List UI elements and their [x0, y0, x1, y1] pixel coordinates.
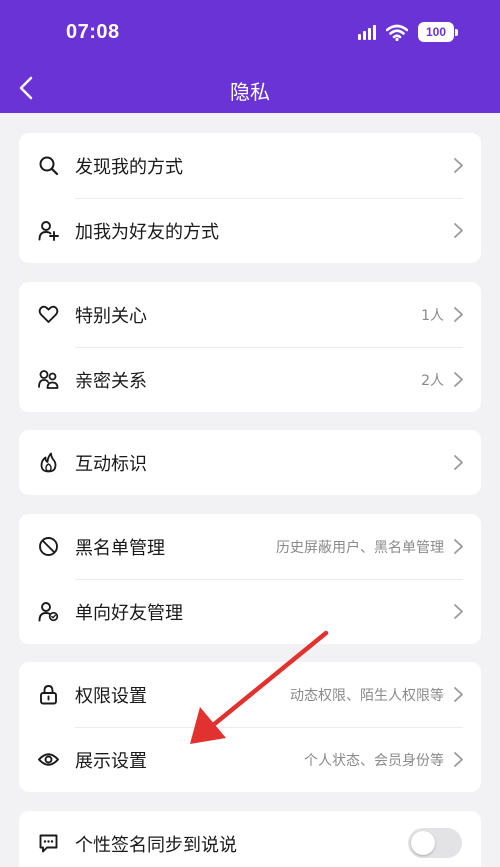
row-interaction-badge[interactable]: 互动标识: [19, 430, 481, 495]
flame-icon: [40, 452, 57, 473]
header-bar: 07:08 100 隐私: [0, 0, 500, 113]
signal-icon: [358, 24, 376, 40]
row-value: 个人状态、会员身份等: [304, 752, 444, 769]
row-value: 1人: [421, 307, 444, 324]
row-intimate-relations[interactable]: 亲密关系 2人: [19, 347, 481, 412]
row-label: 黑名单管理: [75, 537, 165, 559]
row-value: 历史屏蔽用户、黑名单管理: [276, 539, 444, 556]
row-label: 单向好友管理: [75, 602, 183, 624]
chevron-right-icon: [454, 752, 463, 767]
wifi-icon: [386, 24, 408, 41]
settings-group-signature: 个性签名同步到说说: [19, 811, 481, 867]
row-label: 发现我的方式: [75, 156, 183, 178]
row-find-me[interactable]: 发现我的方式: [19, 133, 481, 198]
settings-group-relations: 特别关心 1人 亲密关系 2人: [19, 282, 481, 412]
row-signature-sync: 个性签名同步到说说: [19, 811, 481, 867]
chevron-right-icon: [454, 539, 463, 554]
chevron-right-icon: [454, 455, 463, 470]
eye-icon: [38, 753, 59, 766]
settings-group-blocking: 黑名单管理 历史屏蔽用户、黑名单管理 单向好友管理: [19, 514, 481, 644]
signature-sync-toggle[interactable]: [408, 828, 462, 858]
row-label: 互动标识: [75, 453, 147, 475]
settings-group-permissions: 权限设置 动态权限、陌生人权限等 展示设置 个人状态、会员身份等: [19, 662, 481, 792]
add-person-icon: [38, 221, 59, 241]
chat-bubble-icon: [39, 834, 58, 853]
chevron-right-icon: [454, 687, 463, 702]
battery-icon: 100: [418, 22, 458, 42]
battery-level: 100: [418, 22, 454, 42]
row-label: 权限设置: [75, 685, 147, 707]
row-label: 加我为好友的方式: [75, 221, 219, 243]
block-icon: [39, 537, 58, 556]
settings-group-interaction: 互动标识: [19, 430, 481, 495]
chevron-right-icon: [454, 223, 463, 238]
toggle-knob: [411, 831, 435, 855]
status-icons: 100: [358, 22, 458, 42]
row-label: 特别关心: [75, 305, 147, 327]
chevron-right-icon: [454, 158, 463, 173]
settings-group-discovery: 发现我的方式 加我为好友的方式: [19, 133, 481, 263]
people-icon: [38, 370, 59, 389]
heart-icon: [38, 305, 59, 323]
status-time: 07:08: [66, 21, 120, 43]
row-blacklist[interactable]: 黑名单管理 历史屏蔽用户、黑名单管理: [19, 514, 481, 579]
search-icon: [39, 156, 59, 176]
page-title: 隐私: [230, 80, 270, 104]
row-display-settings[interactable]: 展示设置 个人状态、会员身份等: [19, 727, 481, 792]
lock-icon: [40, 685, 57, 705]
row-special-care[interactable]: 特别关心 1人: [19, 282, 481, 347]
row-value: 2人: [421, 372, 444, 389]
chevron-right-icon: [454, 604, 463, 619]
chevron-right-icon: [454, 307, 463, 322]
row-label: 个性签名同步到说说: [75, 834, 237, 856]
row-label: 展示设置: [75, 750, 147, 772]
row-permission-settings[interactable]: 权限设置 动态权限、陌生人权限等: [19, 662, 481, 727]
row-label: 亲密关系: [75, 370, 147, 392]
chevron-right-icon: [454, 372, 463, 387]
row-one-way-friends[interactable]: 单向好友管理: [19, 579, 481, 644]
row-add-friend-method[interactable]: 加我为好友的方式: [19, 198, 481, 263]
person-settings-icon: [38, 602, 59, 622]
row-value: 动态权限、陌生人权限等: [290, 687, 444, 704]
